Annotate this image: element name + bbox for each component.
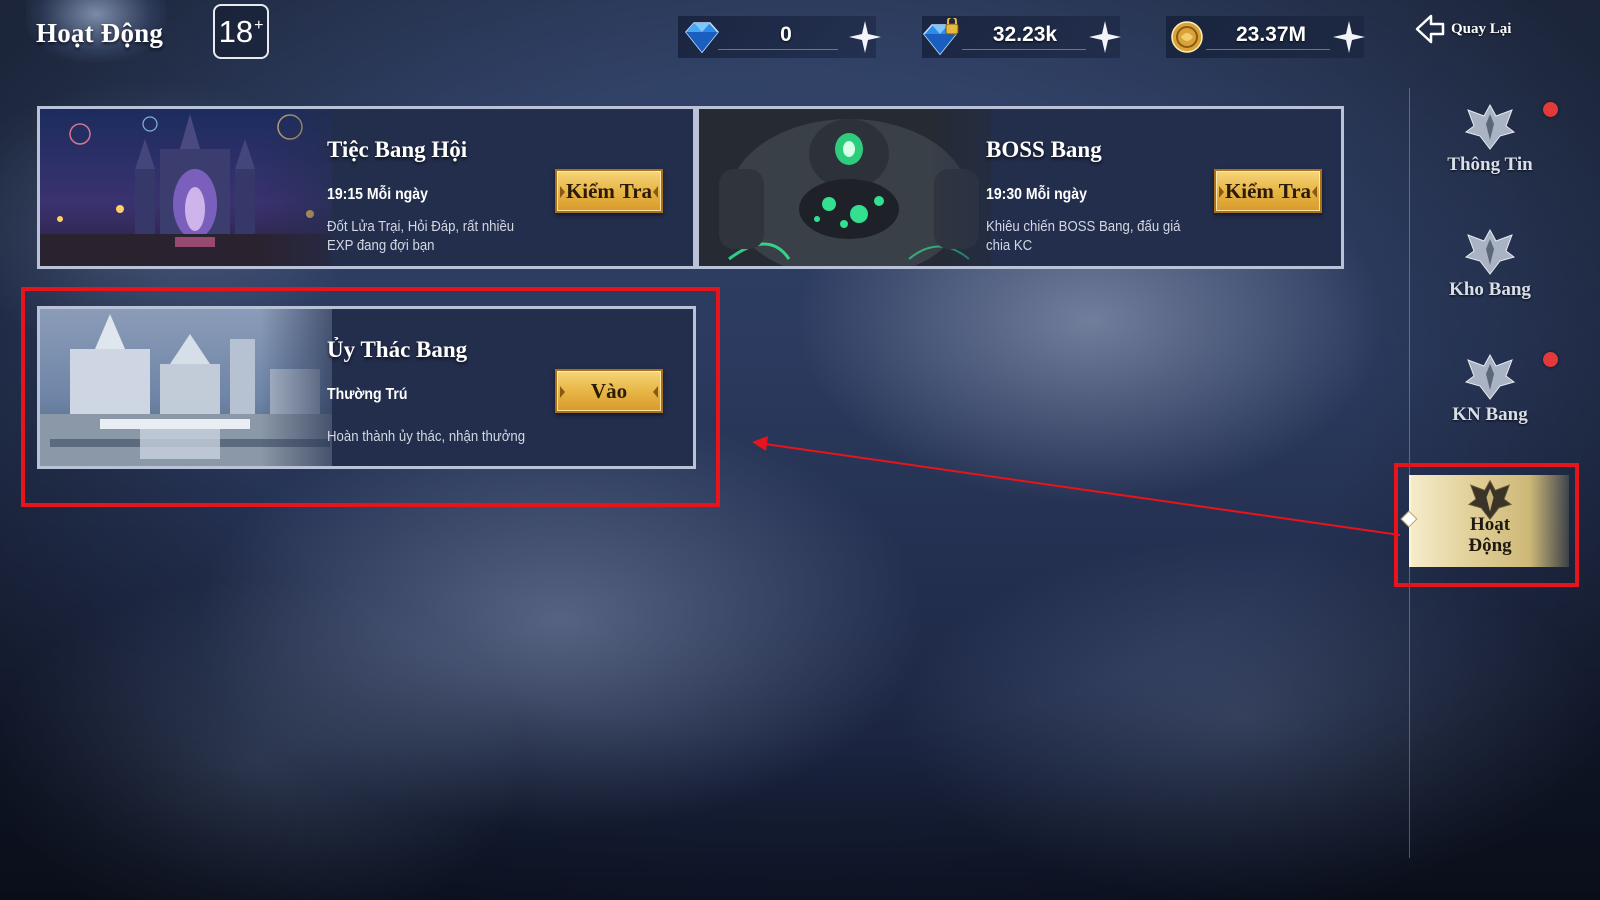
annotation-arrow [752, 436, 1401, 536]
